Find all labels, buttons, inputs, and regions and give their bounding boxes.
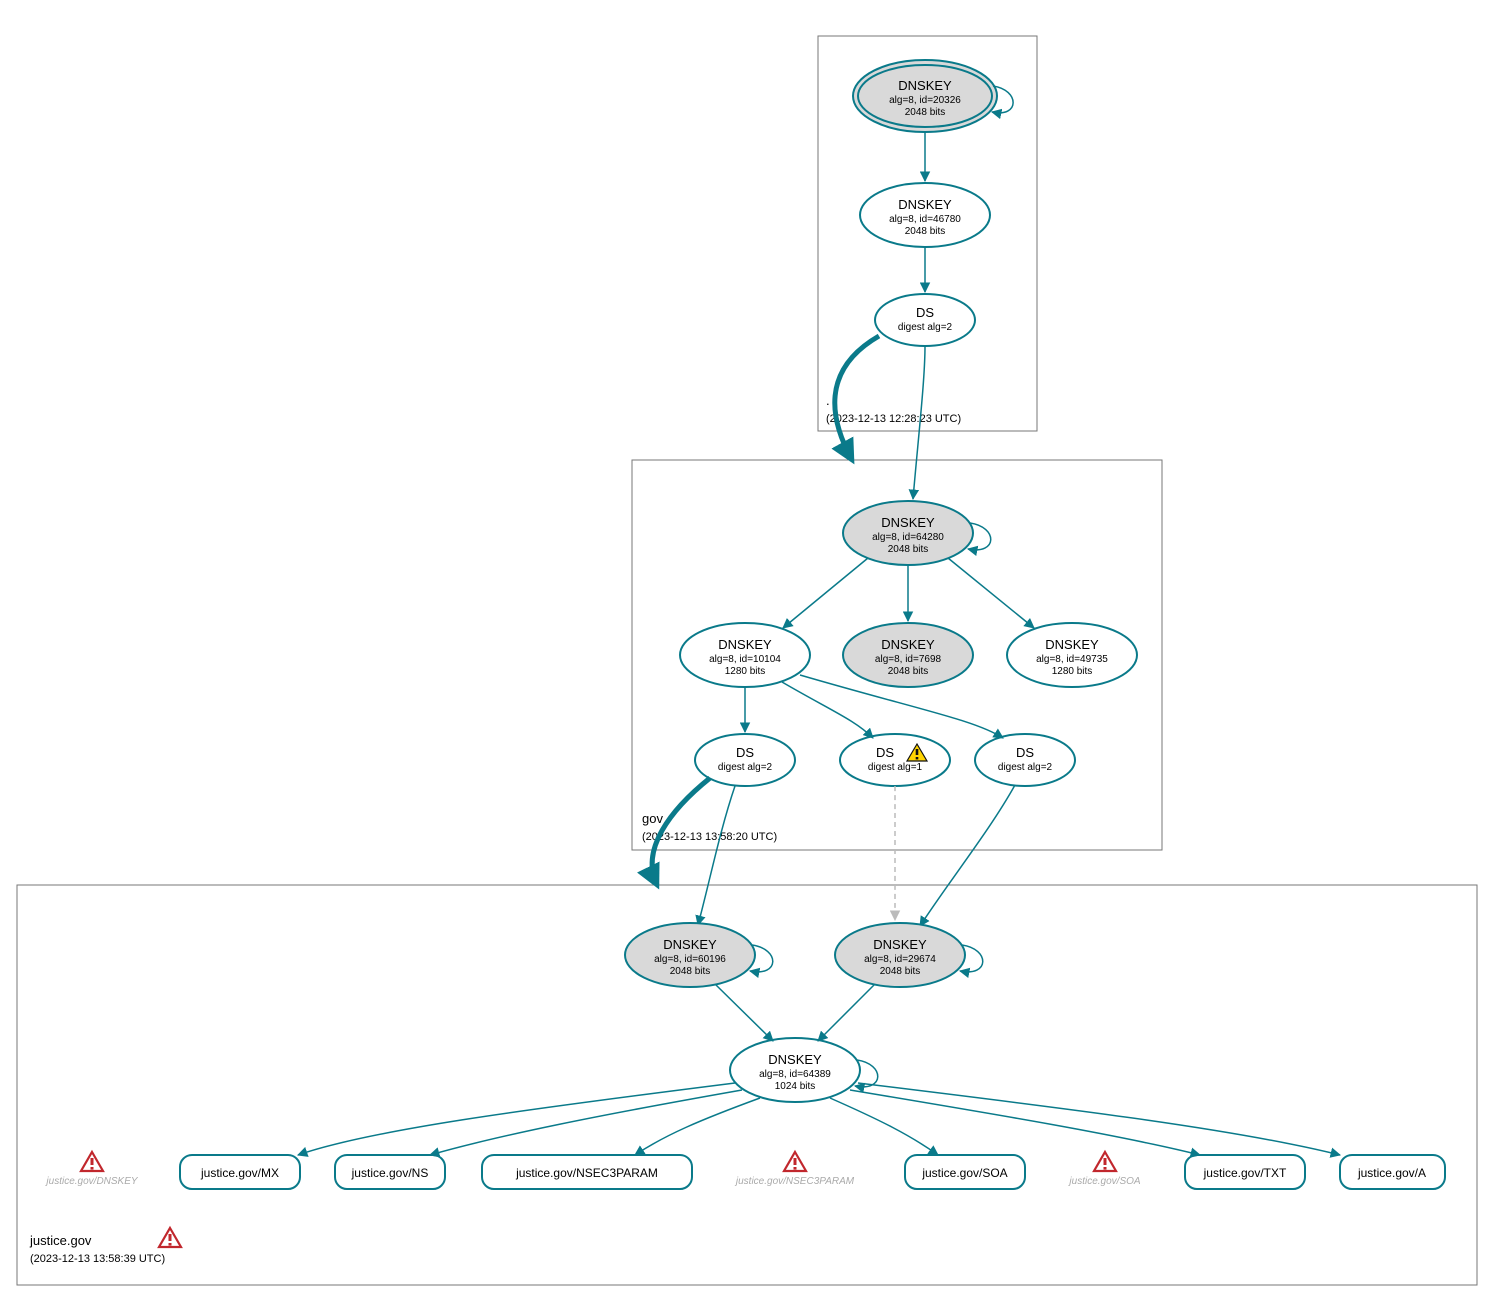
node-sub: alg=8, id=64389 bbox=[759, 1069, 831, 1080]
edge bbox=[850, 1090, 1200, 1155]
zone-label-gov: gov bbox=[642, 811, 663, 826]
ghost-label: justice.gov/SOA bbox=[1067, 1176, 1140, 1187]
node-ds-gov-b: DS digest alg=1 bbox=[840, 734, 950, 786]
edge bbox=[782, 682, 873, 738]
node-sub: 2048 bits bbox=[888, 544, 929, 555]
node-title: DS bbox=[916, 305, 934, 320]
rrset-label: justice.gov/NSEC3PARAM bbox=[515, 1166, 658, 1180]
edge bbox=[715, 984, 773, 1041]
edge bbox=[783, 558, 868, 628]
node-sub: alg=8, id=49735 bbox=[1036, 654, 1108, 665]
edge bbox=[698, 786, 735, 925]
rrset-label: justice.gov/MX bbox=[200, 1166, 279, 1180]
zone-label-root: . bbox=[826, 393, 830, 408]
edge bbox=[298, 1083, 735, 1155]
rrset-label: justice.gov/A bbox=[1357, 1166, 1426, 1180]
node-sub: 2048 bits bbox=[880, 966, 921, 977]
node-title: DNSKEY bbox=[881, 515, 935, 530]
node-dnskey-60196: DNSKEY alg=8, id=60196 2048 bits bbox=[625, 923, 755, 987]
node-sub: 1024 bits bbox=[775, 1081, 816, 1092]
node-sub: alg=8, id=64280 bbox=[872, 532, 944, 543]
node-title: DNSKEY bbox=[1045, 637, 1099, 652]
node-sub: 1280 bits bbox=[1052, 666, 1093, 677]
ghost-dnskey: justice.gov/DNSKEY bbox=[44, 1152, 138, 1187]
ghost-soa: justice.gov/SOA bbox=[1067, 1152, 1140, 1187]
edge bbox=[830, 1098, 938, 1155]
node-dnskey-64389: DNSKEY alg=8, id=64389 1024 bits bbox=[730, 1038, 860, 1102]
rrset-soa: justice.gov/SOA bbox=[905, 1155, 1025, 1189]
node-sub: digest alg=1 bbox=[868, 762, 923, 773]
node-dnskey-46780: DNSKEY alg=8, id=46780 2048 bits bbox=[860, 183, 990, 247]
edge bbox=[858, 1083, 1340, 1155]
node-sub: 1280 bits bbox=[725, 666, 766, 677]
rrset-label: justice.gov/TXT bbox=[1203, 1166, 1287, 1180]
node-sub: digest alg=2 bbox=[898, 322, 953, 333]
node-dnskey-10104: DNSKEY alg=8, id=10104 1280 bits bbox=[680, 623, 810, 687]
node-dnskey-64280: DNSKEY alg=8, id=64280 2048 bits bbox=[843, 501, 973, 565]
ghost-nsec3param: justice.gov/NSEC3PARAM bbox=[734, 1152, 855, 1187]
ghost-label: justice.gov/DNSKEY bbox=[44, 1176, 138, 1187]
node-sub: 2048 bits bbox=[670, 966, 711, 977]
dnssec-graph: . (2023-12-13 12:28:23 UTC) DNSKEY alg=8… bbox=[0, 0, 1495, 1303]
node-title: DNSKEY bbox=[718, 637, 772, 652]
node-sub: alg=8, id=10104 bbox=[709, 654, 781, 665]
node-sub: 2048 bits bbox=[905, 226, 946, 237]
node-dnskey-20326: DNSKEY alg=8, id=20326 2048 bits bbox=[853, 60, 997, 132]
zone-timestamp-justice: (2023-12-13 13:58:39 UTC) bbox=[30, 1253, 165, 1265]
zone-label-justice: justice.gov bbox=[29, 1233, 92, 1248]
node-sub: alg=8, id=29674 bbox=[864, 954, 936, 965]
edge-delegation bbox=[835, 336, 879, 460]
rrset-label: justice.gov/SOA bbox=[921, 1166, 1007, 1180]
node-sub: alg=8, id=60196 bbox=[654, 954, 726, 965]
node-sub: alg=8, id=20326 bbox=[889, 95, 961, 106]
node-title: DNSKEY bbox=[881, 637, 935, 652]
rrset-a: justice.gov/A bbox=[1340, 1155, 1445, 1189]
edge bbox=[920, 785, 1015, 926]
node-sub: alg=8, id=7698 bbox=[875, 654, 942, 665]
node-title: DS bbox=[736, 745, 754, 760]
edge bbox=[818, 984, 875, 1041]
rrset-ns: justice.gov/NS bbox=[335, 1155, 445, 1189]
rrset-nsec3param: justice.gov/NSEC3PARAM bbox=[482, 1155, 692, 1189]
node-title: DNSKEY bbox=[663, 937, 717, 952]
rrset-mx: justice.gov/MX bbox=[180, 1155, 300, 1189]
rrset-label: justice.gov/NS bbox=[351, 1166, 429, 1180]
ghost-label: justice.gov/NSEC3PARAM bbox=[734, 1176, 855, 1187]
edge bbox=[430, 1090, 742, 1155]
node-sub: digest alg=2 bbox=[998, 762, 1053, 773]
node-title: DNSKEY bbox=[873, 937, 927, 952]
node-title: DNSKEY bbox=[898, 78, 952, 93]
node-sub: 2048 bits bbox=[905, 107, 946, 118]
node-dnskey-49735: DNSKEY alg=8, id=49735 1280 bits bbox=[1007, 623, 1137, 687]
node-title: DNSKEY bbox=[768, 1052, 822, 1067]
edge bbox=[948, 558, 1034, 628]
node-title: DNSKEY bbox=[898, 197, 952, 212]
node-sub: digest alg=2 bbox=[718, 762, 773, 773]
rrset-txt: justice.gov/TXT bbox=[1185, 1155, 1305, 1189]
node-dnskey-29674: DNSKEY alg=8, id=29674 2048 bits bbox=[835, 923, 965, 987]
node-sub: alg=8, id=46780 bbox=[889, 214, 961, 225]
node-dnskey-7698: DNSKEY alg=8, id=7698 2048 bits bbox=[843, 623, 973, 687]
node-ds-root: DS digest alg=2 bbox=[875, 294, 975, 346]
node-title: DS bbox=[1016, 745, 1034, 760]
node-sub: 2048 bits bbox=[888, 666, 929, 677]
error-icon bbox=[159, 1228, 181, 1247]
node-title: DS bbox=[876, 745, 894, 760]
zone-timestamp-root: (2023-12-13 12:28:23 UTC) bbox=[826, 413, 961, 425]
node-ds-gov-c: DS digest alg=2 bbox=[975, 734, 1075, 786]
